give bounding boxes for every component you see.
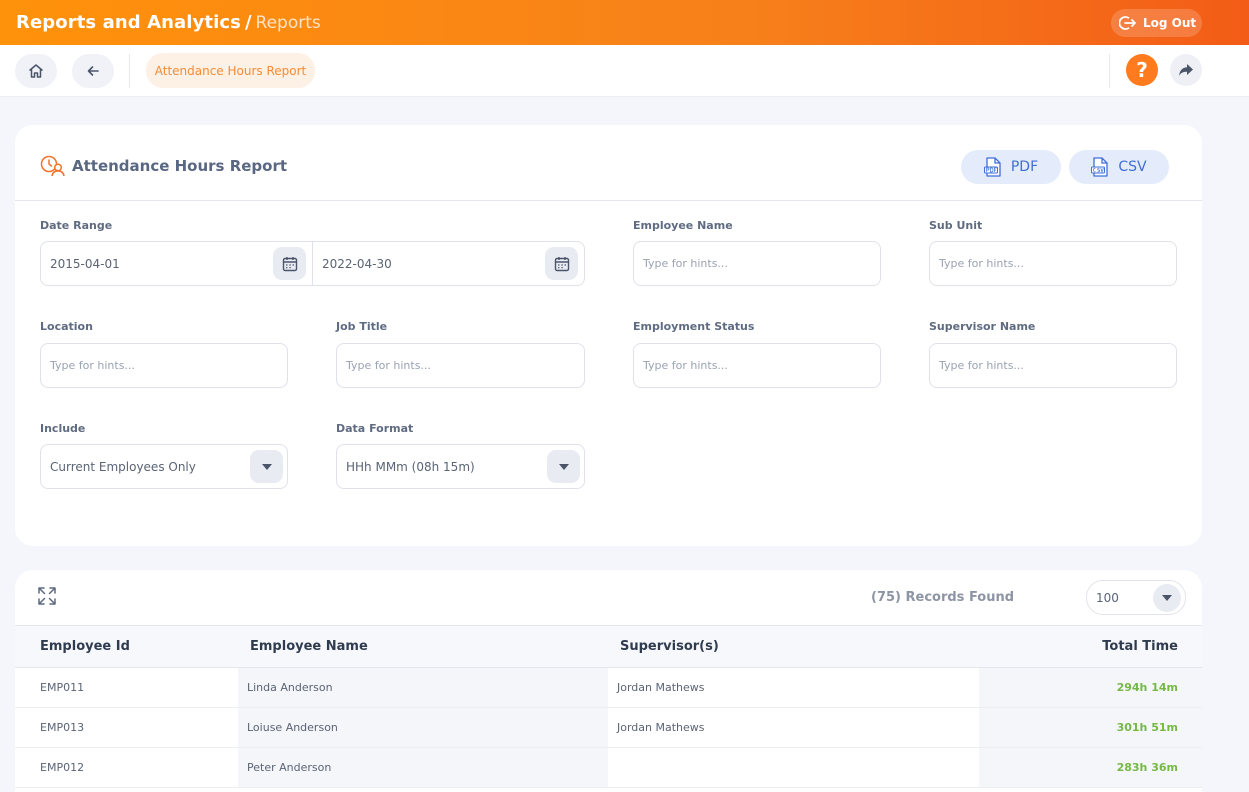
total-time-cell: 301h 51m (979, 708, 1202, 747)
date-range-field: 2015-04-01 2022-04-30 (40, 241, 585, 286)
column-employee-id[interactable]: Employee Id (40, 639, 130, 654)
table-header: Employee Id Employee Name Supervisor(s) … (15, 625, 1202, 668)
caret-down-icon (261, 463, 272, 470)
calendar-icon (554, 256, 569, 271)
logout-label: Log Out (1143, 16, 1197, 30)
export-pdf-button[interactable]: PDF (961, 150, 1061, 184)
share-button[interactable] (1170, 54, 1202, 86)
data-format-label: Data Format (336, 422, 414, 435)
records-per-page-select[interactable]: 100 (1086, 580, 1186, 615)
attendance-report-icon (40, 155, 65, 177)
column-employee-name[interactable]: Employee Name (250, 639, 368, 654)
employee-id-cell: EMP013 (40, 721, 85, 734)
expand-icon[interactable] (37, 586, 57, 606)
include-select[interactable]: Current Employees Only (40, 444, 288, 489)
employee-name-cell: Linda Anderson (238, 668, 608, 707)
calendar-icon (282, 256, 297, 271)
job-title-label: Job Title (336, 320, 388, 333)
supervisor-cell: Jordan Mathews (617, 721, 705, 734)
help-icon: ? (1136, 58, 1148, 82)
column-total-time[interactable]: Total Time (1102, 639, 1178, 654)
report-title: Attendance Hours Report (72, 157, 288, 175)
employee-id-cell: EMP012 (40, 761, 85, 774)
supervisor-cell (608, 748, 979, 787)
report-table-card: (75) Records Found 100 Employee Id Emplo… (15, 570, 1202, 792)
supervisor-cell: Jordan Mathews (617, 681, 705, 694)
supervisor-name-input[interactable]: Type for hints... (929, 343, 1177, 388)
pdf-label: PDF (1010, 159, 1039, 175)
records-found-count: (75) Records Found (871, 590, 1015, 605)
table-row[interactable]: EMP013 Loiuse Anderson Jordan Mathews 30… (15, 708, 1202, 748)
location-input[interactable]: Type for hints... (40, 343, 288, 388)
arrow-left-icon (87, 66, 99, 76)
employee-id-cell: EMP011 (40, 681, 85, 694)
date-range-label: Date Range (40, 219, 113, 232)
divider (1109, 54, 1110, 88)
help-button[interactable]: ? (1126, 54, 1158, 86)
sub-unit-label: Sub Unit (929, 219, 983, 232)
home-icon (29, 64, 43, 78)
logout-icon (1119, 16, 1136, 30)
pdf-file-icon (983, 157, 1001, 177)
supervisor-name-label: Supervisor Name (929, 320, 1036, 333)
date-from-value[interactable]: 2015-04-01 (50, 257, 120, 271)
include-value: Current Employees Only (50, 459, 196, 474)
date-to-value[interactable]: 2022-04-30 (322, 257, 392, 271)
employee-name-cell: Loiuse Anderson (238, 708, 608, 747)
employee-name-label: Employee Name (633, 219, 733, 232)
csv-label: CSV (1118, 159, 1147, 175)
include-label: Include (40, 422, 86, 435)
module-title: Reports and Analytics (16, 12, 241, 33)
page-title[interactable]: Reports (256, 13, 321, 33)
date-to-picker[interactable] (545, 247, 578, 280)
back-button[interactable] (72, 54, 114, 88)
logout-button[interactable]: Log Out (1111, 9, 1202, 37)
export-csv-button[interactable]: CSV (1069, 150, 1169, 184)
sub-navigation: Attendance Hours Report ? (0, 45, 1249, 97)
data-format-dropdown-toggle[interactable] (547, 450, 580, 483)
per-page-value: 100 (1096, 590, 1119, 605)
caret-down-icon (558, 463, 569, 470)
table-row[interactable]: EMP011 Linda Anderson Jordan Mathews 294… (15, 668, 1202, 708)
location-label: Location (40, 320, 93, 333)
employment-status-input[interactable]: Type for hints... (633, 343, 881, 388)
breadcrumb-separator: / (244, 12, 252, 33)
table-row[interactable]: EMP012 Peter Anderson 283h 36m (15, 748, 1202, 788)
top-bar: Reports and Analytics / Reports Log Out (0, 0, 1249, 45)
employee-name-input[interactable]: Type for hints... (633, 241, 881, 286)
column-supervisors[interactable]: Supervisor(s) (620, 639, 719, 654)
employee-name-cell: Peter Anderson (238, 748, 608, 787)
share-icon (1179, 64, 1193, 76)
data-format-value: HHh MMm (08h 15m) (346, 459, 475, 474)
date-from-picker[interactable] (273, 247, 306, 280)
per-page-dropdown-toggle[interactable] (1153, 584, 1181, 612)
include-dropdown-toggle[interactable] (250, 450, 283, 483)
caret-down-icon (1162, 595, 1172, 601)
total-time-cell: 283h 36m (979, 748, 1202, 787)
employment-status-label: Employment Status (633, 320, 755, 333)
home-button[interactable] (15, 54, 57, 88)
job-title-input[interactable]: Type for hints... (336, 343, 585, 388)
total-time-cell: 294h 14m (979, 668, 1202, 707)
tab-attendance-hours-report[interactable]: Attendance Hours Report (146, 53, 315, 88)
date-divider (312, 242, 313, 285)
csv-file-icon (1091, 157, 1109, 177)
data-format-select[interactable]: HHh MMm (08h 15m) (336, 444, 585, 489)
sub-unit-input[interactable]: Type for hints... (929, 241, 1177, 286)
card-header: Attendance Hours Report PDF CSV (15, 125, 1202, 201)
divider (129, 54, 130, 88)
report-filter-card: Attendance Hours Report PDF CSV Date Ran… (15, 125, 1202, 546)
